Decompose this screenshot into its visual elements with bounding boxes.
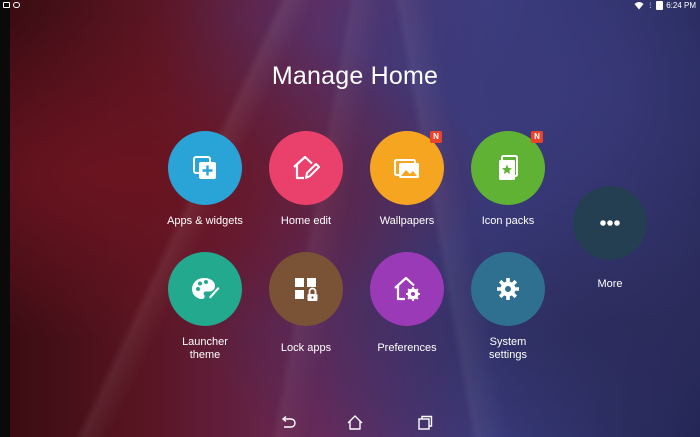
preferences-label: Preferences [377,342,437,354]
left-bezel [0,0,10,437]
status-bar: ⋮ 6:24 PM [0,0,700,14]
new-badge: N [531,131,543,143]
home-edit-tile[interactable]: Home edit [256,131,356,228]
palette-icon [192,278,220,299]
wallpapers-button[interactable]: N [370,131,444,205]
launcher-theme-tile[interactable]: Launcher theme [155,252,255,362]
apps-widgets-button[interactable] [168,131,242,205]
launcher-theme-label-line1: Launcher [182,336,228,348]
wallpapers-label: Wallpapers [379,215,435,227]
launcher-theme-label: Launcher theme [155,336,255,362]
recents-icon[interactable] [415,413,435,433]
wifi-icon [634,2,644,10]
navigation-bar [10,408,700,437]
apps-widgets-tile[interactable]: Apps & widgets [155,131,255,228]
lock-apps-icon [295,278,318,301]
system-settings-label: System settings [458,336,558,362]
system-settings-button[interactable] [471,252,545,326]
more-label: More [597,278,623,290]
wallpaper-icon [394,159,419,178]
new-badge: N [430,131,442,143]
lock-apps-tile[interactable]: Lock apps [256,252,356,355]
launcher-theme-button[interactable] [168,252,242,326]
gear-icon [497,278,519,300]
more-tile[interactable]: More [560,186,660,291]
more-icon [600,220,620,226]
home-edit-button[interactable] [269,131,343,205]
page-title: Manage Home [271,62,439,90]
icon-pack-icon [499,155,518,180]
signal-separator: ⋮ [647,3,654,9]
lock-apps-button[interactable] [269,252,343,326]
home-edit-icon [293,155,320,180]
system-settings-tile[interactable]: System settings [458,252,558,362]
system-status: ⋮ 6:24 PM [634,1,696,10]
preferences-tile[interactable]: Preferences [357,252,457,355]
launcher-theme-label-line2: theme [189,349,221,361]
add-widget-icon [193,156,216,179]
home-edit-label: Home edit [280,215,332,227]
notification-icons [3,2,20,8]
system-settings-label-line2: settings [489,349,527,361]
lock-apps-label: Lock apps [280,342,332,354]
screenshot-notification-icon [3,2,10,8]
icon-packs-label: Icon packs [481,215,535,227]
icon-packs-tile[interactable]: N Icon packs [458,131,558,228]
icon-packs-button[interactable]: N [471,131,545,205]
back-icon[interactable] [278,413,298,433]
apps-widgets-label: Apps & widgets [167,215,243,227]
home-icon[interactable] [345,413,365,433]
battery-icon [656,1,664,10]
preferences-icon [394,276,420,301]
status-time: 6:24 PM [666,1,696,10]
preferences-button[interactable] [370,252,444,326]
media-notification-icon [13,2,20,8]
system-settings-label-line1: System [489,336,527,348]
more-button[interactable] [573,186,647,260]
wallpapers-tile[interactable]: N Wallpapers [357,131,457,228]
